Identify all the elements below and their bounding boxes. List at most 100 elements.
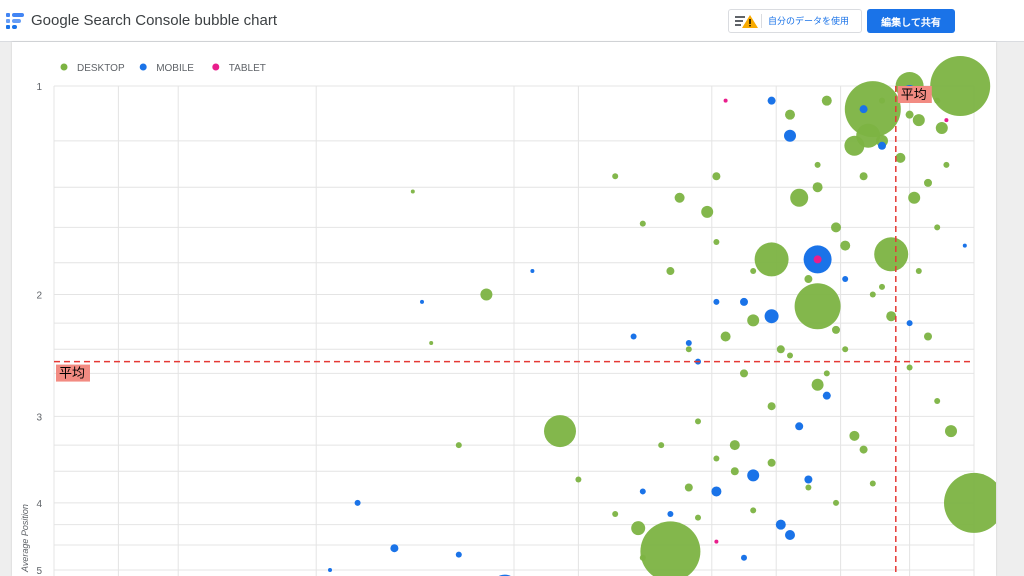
- bubble-mobile[interactable]: [767, 96, 776, 105]
- bubble-desktop[interactable]: [823, 370, 830, 377]
- bubble-mobile[interactable]: [713, 298, 720, 305]
- bubble-desktop[interactable]: [790, 188, 809, 207]
- bubble-desktop[interactable]: [658, 442, 665, 449]
- bubble-desktop[interactable]: [821, 95, 832, 106]
- bubble-chart[interactable]: DESKTOP MOBILE TABLET 12345 平均平均 Average P…: [12, 42, 996, 576]
- bubble-mobile[interactable]: [747, 469, 760, 482]
- bubble-mobile[interactable]: [420, 299, 424, 304]
- bubble-desktop[interactable]: [915, 268, 922, 275]
- bubble-desktop[interactable]: [805, 484, 812, 491]
- bubble-mobile[interactable]: [711, 486, 722, 497]
- bubble-desktop[interactable]: [666, 267, 675, 276]
- bubble-desktop[interactable]: [895, 152, 906, 163]
- bubble-mobile[interactable]: [962, 243, 967, 248]
- bubble-desktop[interactable]: [785, 109, 795, 120]
- bubble-mobile[interactable]: [795, 422, 804, 431]
- bubble-desktop[interactable]: [480, 288, 493, 301]
- bubble-desktop[interactable]: [776, 345, 785, 354]
- bubble-desktop[interactable]: [713, 239, 720, 246]
- bubble-desktop[interactable]: [886, 311, 897, 322]
- bubble-tablet[interactable]: [714, 539, 719, 544]
- bubble-mobile[interactable]: [764, 309, 779, 324]
- bubble-desktop[interactable]: [934, 224, 941, 231]
- bubble-desktop[interactable]: [575, 476, 582, 483]
- bubble-desktop[interactable]: [747, 314, 760, 327]
- bubble-mobile[interactable]: [842, 276, 849, 283]
- bubble-desktop[interactable]: [859, 445, 868, 454]
- bubble-desktop[interactable]: [730, 467, 739, 476]
- bubble-mobile[interactable]: [804, 475, 813, 484]
- bubble-desktop[interactable]: [924, 178, 932, 187]
- bubble-desktop[interactable]: [859, 172, 868, 181]
- bubble-desktop[interactable]: [930, 56, 991, 116]
- bubble-desktop[interactable]: [831, 222, 841, 233]
- bubble-desktop[interactable]: [750, 268, 757, 275]
- bubble-desktop[interactable]: [814, 161, 821, 168]
- bubble-desktop[interactable]: [720, 331, 731, 342]
- bubble-desktop[interactable]: [612, 173, 619, 180]
- bubble-desktop[interactable]: [712, 172, 721, 181]
- bubble-desktop[interactable]: [631, 521, 646, 536]
- bubble-desktop[interactable]: [612, 511, 619, 518]
- bubble-desktop[interactable]: [674, 192, 685, 203]
- looker-studio-logo-icon[interactable]: [6, 12, 24, 30]
- bubble-mobile[interactable]: [740, 297, 748, 306]
- bubble-tablet[interactable]: [813, 255, 822, 264]
- bubble-mobile[interactable]: [328, 568, 332, 573]
- bubble-desktop[interactable]: [879, 283, 885, 290]
- bubble-desktop[interactable]: [695, 514, 701, 521]
- bubble-desktop[interactable]: [684, 483, 693, 492]
- bubble-mobile[interactable]: [455, 551, 462, 558]
- bubble-desktop[interactable]: [544, 415, 576, 448]
- bubble-desktop[interactable]: [794, 283, 841, 330]
- bubble-desktop[interactable]: [908, 191, 921, 204]
- bubble-desktop[interactable]: [811, 378, 824, 391]
- report-title[interactable]: Google Search Console bubble chart: [31, 12, 277, 29]
- bubble-desktop[interactable]: [842, 346, 849, 353]
- bubble-mobile[interactable]: [822, 391, 831, 400]
- bubble-desktop[interactable]: [934, 397, 941, 404]
- bubble-desktop[interactable]: [812, 182, 823, 193]
- bubble-desktop[interactable]: [410, 189, 415, 194]
- bubble-desktop[interactable]: [840, 240, 851, 251]
- legend-label-desktop[interactable]: DESKTOP: [77, 63, 125, 74]
- bubble-desktop[interactable]: [869, 291, 876, 298]
- bubble-mobile[interactable]: [775, 519, 786, 530]
- bubble-desktop[interactable]: [945, 425, 957, 438]
- bubble-desktop[interactable]: [943, 161, 950, 168]
- bubble-desktop[interactable]: [804, 275, 813, 284]
- bubble-mobile[interactable]: [354, 499, 361, 506]
- bubble-desktop[interactable]: [935, 122, 948, 135]
- bubble-desktop[interactable]: [754, 242, 789, 277]
- bubble-desktop[interactable]: [685, 346, 692, 353]
- bubble-desktop[interactable]: [639, 220, 646, 227]
- bubble-desktop[interactable]: [767, 458, 776, 467]
- bubble-desktop[interactable]: [695, 418, 701, 425]
- bubble-desktop[interactable]: [879, 97, 885, 104]
- bubble-desktop[interactable]: [640, 521, 701, 576]
- bubble-mobile[interactable]: [685, 339, 692, 346]
- bubble-desktop[interactable]: [934, 97, 941, 104]
- bubble-mobile[interactable]: [530, 269, 535, 274]
- bubble-desktop[interactable]: [429, 340, 434, 345]
- bubble-mobile[interactable]: [878, 141, 886, 150]
- legend-label-tablet[interactable]: TABLET: [229, 63, 266, 74]
- bubble-desktop[interactable]: [787, 352, 793, 359]
- bubble-mobile[interactable]: [906, 320, 913, 327]
- bubble-desktop[interactable]: [905, 110, 914, 119]
- bubble-desktop[interactable]: [833, 499, 839, 506]
- bubble-desktop[interactable]: [750, 507, 757, 514]
- bubble-desktop[interactable]: [844, 135, 865, 156]
- bubble-mobile[interactable]: [639, 488, 646, 495]
- bubble-desktop[interactable]: [849, 430, 860, 441]
- legend-label-mobile[interactable]: MOBILE: [156, 63, 194, 74]
- bubble-desktop[interactable]: [912, 114, 925, 127]
- bubble-desktop[interactable]: [924, 332, 932, 341]
- bubble-mobile[interactable]: [741, 554, 747, 561]
- bubble-mobile[interactable]: [785, 529, 795, 540]
- edit-and-share-button[interactable]: 編集して共有: [867, 9, 955, 33]
- bubble-tablet[interactable]: [944, 118, 949, 123]
- bubble-desktop[interactable]: [874, 237, 909, 272]
- bubble-desktop[interactable]: [701, 205, 714, 218]
- bubble-desktop[interactable]: [906, 364, 913, 371]
